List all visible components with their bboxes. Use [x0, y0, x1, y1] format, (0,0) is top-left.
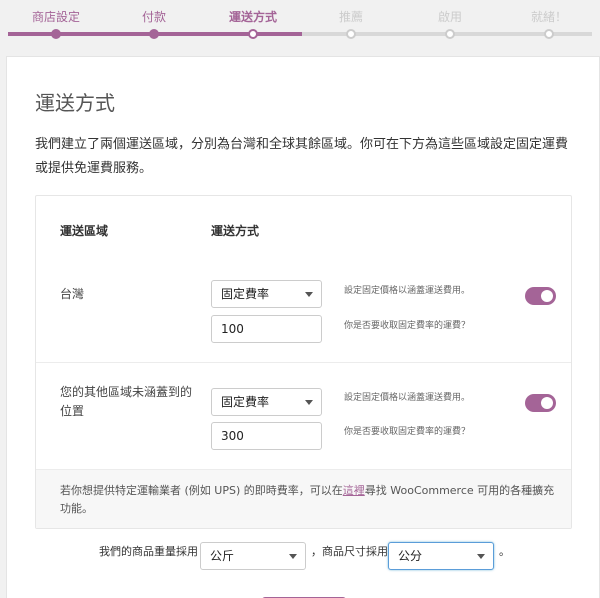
step-recommended: 推薦 [338, 10, 363, 24]
step-dot-recommended [346, 29, 356, 39]
chevron-down-icon [289, 554, 297, 559]
carrier-note-before: 若你想提供特定運輸業者 (例如 UPS) 的即時費率，可以在 [60, 484, 343, 497]
dimension-unit-select[interactable]: 公分 [388, 542, 494, 570]
step-ready: 就緒！ [530, 10, 567, 24]
zone-taiwan-cost-hint: 設定固定價格以涵蓋運送費用。 [344, 286, 471, 296]
carrier-rates-text: 若你想提供特定運輸業者 (例如 UPS) 的即時費率，可以在這裡尋找 WooCo… [60, 482, 560, 518]
step-store-setup[interactable]: 商店設定 [11, 8, 101, 25]
chevron-down-icon [305, 400, 313, 405]
weight-unit-value: 公斤 [210, 549, 235, 563]
shipping-card: 運送方式 我們建立了兩個運送區域，分別為台灣和全球其餘區域。你可在下方為這些區域… [6, 56, 600, 598]
zone-taiwan-method-select[interactable]: 固定費率 [211, 280, 322, 308]
zone-rest-enable-toggle[interactable] [525, 394, 556, 412]
toggle-knob [541, 397, 553, 409]
zone-taiwan-enable-toggle[interactable] [525, 287, 556, 305]
page-title: 運送方式 [35, 91, 115, 115]
column-header-zone: 運送區域 [60, 224, 109, 238]
zone-taiwan-toggle-hint: 你是否要收取固定費率的運費？ [344, 321, 471, 331]
chevron-down-icon [477, 554, 485, 559]
step-dot-ready [544, 29, 554, 39]
setup-steps: 商店設定 付款 運送方式 推薦 啟用 就緒！ [0, 0, 600, 52]
units-end-punctuation: 。 [499, 545, 510, 558]
column-header-method: 運送方式 [211, 224, 260, 238]
weight-unit-label: 我們的商品重量採用 [99, 545, 198, 558]
dimension-unit-value: 公分 [398, 549, 423, 563]
zone-rest-cost-input[interactable]: 300 [211, 422, 322, 450]
zone-name-taiwan: 台灣 [60, 287, 85, 301]
extensions-link[interactable]: 這裡 [343, 484, 365, 497]
zone-name-rest-of-world: 您的其他區域未涵蓋到的位置 [60, 385, 193, 418]
shipping-zones-table: 運送區域 運送方式 台灣 固定費率 100 設定固定價格以涵蓋運送費用。 你是否… [35, 195, 572, 529]
zone-rest-cost-hint: 設定固定價格以涵蓋運送費用。 [344, 393, 471, 403]
dimension-unit-label: ，商品尺寸採用 [311, 545, 388, 558]
intro-text: 我們建立了兩個運送區域，分別為台灣和全球其餘區域。你可在下方為這些區域設定固定運… [35, 137, 569, 176]
row-divider [36, 362, 571, 363]
toggle-knob [541, 290, 553, 302]
chevron-down-icon [305, 292, 313, 297]
step-dot-activate [445, 29, 455, 39]
step-dot-store-setup [51, 29, 61, 39]
zone-rest-method-select[interactable]: 固定費率 [211, 388, 322, 416]
zone-rest-method-value: 固定費率 [221, 395, 270, 409]
step-dot-shipping [248, 29, 258, 39]
zone-taiwan-cost-input[interactable]: 100 [211, 315, 322, 343]
zone-taiwan-method-value: 固定費率 [221, 287, 270, 301]
weight-unit-select[interactable]: 公斤 [200, 542, 306, 570]
zone-rest-toggle-hint: 你是否要收取固定費率的運費？ [344, 427, 471, 437]
step-dot-payment [149, 29, 159, 39]
step-activate: 啟用 [437, 10, 462, 24]
step-shipping: 運送方式 [228, 10, 277, 24]
step-payment[interactable]: 付款 [109, 8, 199, 25]
carrier-rates-note: 若你想提供特定運輸業者 (例如 UPS) 的即時費率，可以在這裡尋找 WooCo… [36, 469, 571, 528]
